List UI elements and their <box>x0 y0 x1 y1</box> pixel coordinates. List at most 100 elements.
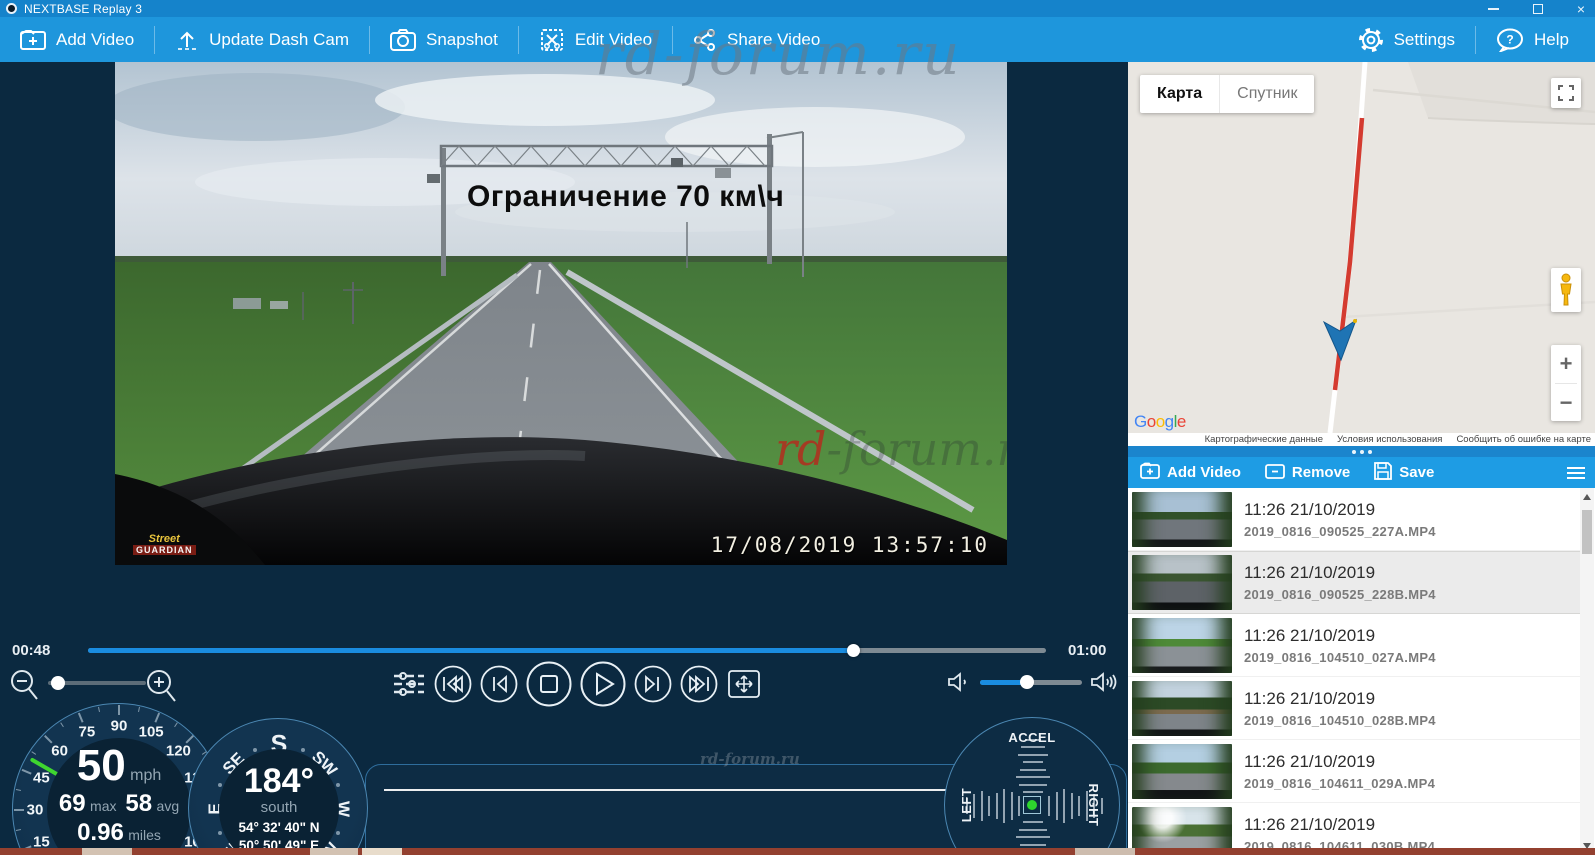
total-time-label: 01:00 <box>1068 642 1106 659</box>
speedometer-tick-label: 30 <box>27 802 44 819</box>
playlist-item[interactable]: 11:26 21/10/20192019_0816_104510_028B.MP… <box>1128 677 1580 740</box>
playlist-item[interactable]: 11:26 21/10/20192019_0816_104611_029A.MP… <box>1128 740 1580 803</box>
gforce-tick <box>1011 792 1013 820</box>
edit-video-button[interactable]: Edit Video <box>519 17 672 62</box>
gforce-tick <box>1056 792 1058 820</box>
help-button[interactable]: ? Help <box>1476 17 1595 62</box>
fullscreen-icon <box>1558 85 1574 101</box>
dashcam-frame <box>115 62 1007 565</box>
skip-to-start-button[interactable] <box>434 665 472 703</box>
fullscreen-button[interactable] <box>726 666 762 702</box>
pegman-control[interactable] <box>1551 268 1581 312</box>
overlay-options-icon[interactable] <box>392 669 426 699</box>
minimize-button[interactable] <box>1488 8 1499 10</box>
playlist-item[interactable]: 11:26 21/10/20192019_0816_104510_027A.MP… <box>1128 614 1580 677</box>
playlist-item[interactable]: 11:26 21/10/20192019_0816_090525_228B.MP… <box>1128 551 1580 614</box>
gforce-tick <box>1019 784 1047 786</box>
play-button[interactable] <box>580 661 626 707</box>
snapshot-label: Snapshot <box>426 30 498 50</box>
volume-slider[interactable] <box>980 680 1082 685</box>
zoom-slider[interactable] <box>48 681 146 685</box>
panel-splitter[interactable] <box>1128 446 1595 457</box>
volume-low-icon[interactable] <box>946 670 972 694</box>
map-zoom-control: + − <box>1551 345 1581 421</box>
map-tab[interactable]: Карта <box>1140 75 1219 113</box>
zoom-out-icon[interactable] <box>8 668 40 702</box>
right-panel: Карта Спутник + − Google Картографически… <box>1128 62 1595 855</box>
map-canvas[interactable]: Карта Спутник + − Google <box>1128 62 1595 433</box>
skip-to-end-button[interactable] <box>680 665 718 703</box>
add-video-button[interactable]: Add Video <box>0 17 154 62</box>
compass-gauge: SSWWNWNNEESE 184° south 54° 32' 40" N 50… <box>188 718 368 855</box>
volume-control <box>938 664 1118 704</box>
scrollbar-thumb[interactable] <box>1582 510 1592 554</box>
left-label: LEFT <box>959 788 974 823</box>
video-display[interactable]: Ограничение 70 км\ч Street GUARDIAN 17/0… <box>115 62 1007 565</box>
google-logo: Google <box>1134 412 1186 432</box>
zoom-slider-handle[interactable] <box>51 676 65 690</box>
share-video-button[interactable]: Share Video <box>673 17 840 62</box>
gforce-indicator <box>1023 796 1041 814</box>
map-type-control: Карта Спутник <box>1140 75 1314 113</box>
attribution-link[interactable]: Картографические данные <box>1205 434 1323 445</box>
settings-button[interactable]: Settings <box>1338 17 1475 62</box>
previous-frame-button[interactable] <box>480 665 518 703</box>
avg-speed-label: avg <box>157 798 180 814</box>
compass-dot <box>301 748 305 752</box>
volume-handle[interactable] <box>1020 675 1034 689</box>
gforce-tick <box>1023 791 1043 793</box>
latitude-value: 54° 32' 40" N <box>238 819 319 837</box>
transport-controls <box>0 662 1128 706</box>
playlist-item[interactable]: 11:26 21/10/20192019_0816_090525_227A.MP… <box>1128 488 1580 551</box>
gforce-meter: ACCEL BRAKE LEFT RIGHT <box>944 717 1120 855</box>
seek-handle[interactable] <box>847 644 860 657</box>
playlist-remove-button[interactable]: Remove <box>1253 457 1362 488</box>
maximize-button[interactable] <box>1533 4 1543 14</box>
speedometer-tick-label: 120 <box>166 742 191 759</box>
playlist-menu-button[interactable] <box>1567 467 1585 479</box>
compass-dot <box>253 748 257 752</box>
edit-video-label: Edit Video <box>575 30 652 50</box>
next-frame-button[interactable] <box>634 665 672 703</box>
max-speed-label: max <box>90 798 116 814</box>
gforce-tick <box>1023 761 1043 763</box>
video-time: 11:26 21/10/2019 <box>1244 563 1436 583</box>
close-button[interactable]: × <box>1577 4 1585 14</box>
gforce-tick <box>981 791 983 821</box>
right-label: RIGHT <box>1086 784 1101 827</box>
volume-high-icon[interactable] <box>1090 669 1118 695</box>
gforce-tick <box>1018 754 1048 756</box>
stop-button[interactable] <box>526 661 572 707</box>
accel-label: ACCEL <box>1008 730 1055 745</box>
scroll-up-button[interactable] <box>1580 490 1594 504</box>
satellite-tab[interactable]: Спутник <box>1219 75 1314 113</box>
playlist-scrollbar[interactable] <box>1580 488 1594 855</box>
video-filename: 2019_0816_104510_027A.MP4 <box>1244 650 1436 665</box>
playlist-add-button[interactable]: Add Video <box>1128 457 1253 488</box>
update-dash-cam-button[interactable]: Update Dash Cam <box>155 17 369 62</box>
speedometer-tick-label: 105 <box>139 724 164 741</box>
folder-minus-icon <box>1265 462 1285 483</box>
video-time: 11:26 21/10/2019 <box>1244 689 1436 709</box>
snapshot-button[interactable]: Snapshot <box>370 17 518 62</box>
gforce-tick <box>1003 789 1005 823</box>
map-zoom-in-button[interactable]: + <box>1551 345 1581 383</box>
zoom-in-icon[interactable] <box>144 668 178 704</box>
gforce-tick <box>1078 796 1080 816</box>
svg-text:?: ? <box>1506 32 1513 46</box>
attribution-link[interactable]: Условия использования <box>1337 434 1442 445</box>
map-fullscreen-button[interactable] <box>1551 78 1581 108</box>
playlist-items: 11:26 21/10/20192019_0816_090525_227A.MP… <box>1128 488 1580 855</box>
seek-bar[interactable] <box>88 648 1046 653</box>
playlist-save-button[interactable]: Save <box>1362 457 1446 488</box>
help-label: Help <box>1534 30 1569 50</box>
app-icon <box>6 3 17 14</box>
map-zoom-out-button[interactable]: − <box>1551 384 1581 422</box>
video-thumbnail <box>1132 744 1232 799</box>
street-guardian-logo: Street GUARDIAN <box>133 533 196 555</box>
video-thumbnail <box>1132 492 1232 547</box>
attribution-link[interactable]: Сообщить об ошибке на карте <box>1456 434 1591 445</box>
video-time: 11:26 21/10/2019 <box>1244 500 1436 520</box>
gforce-tick <box>1016 776 1050 778</box>
gforce-tick <box>1021 746 1045 748</box>
